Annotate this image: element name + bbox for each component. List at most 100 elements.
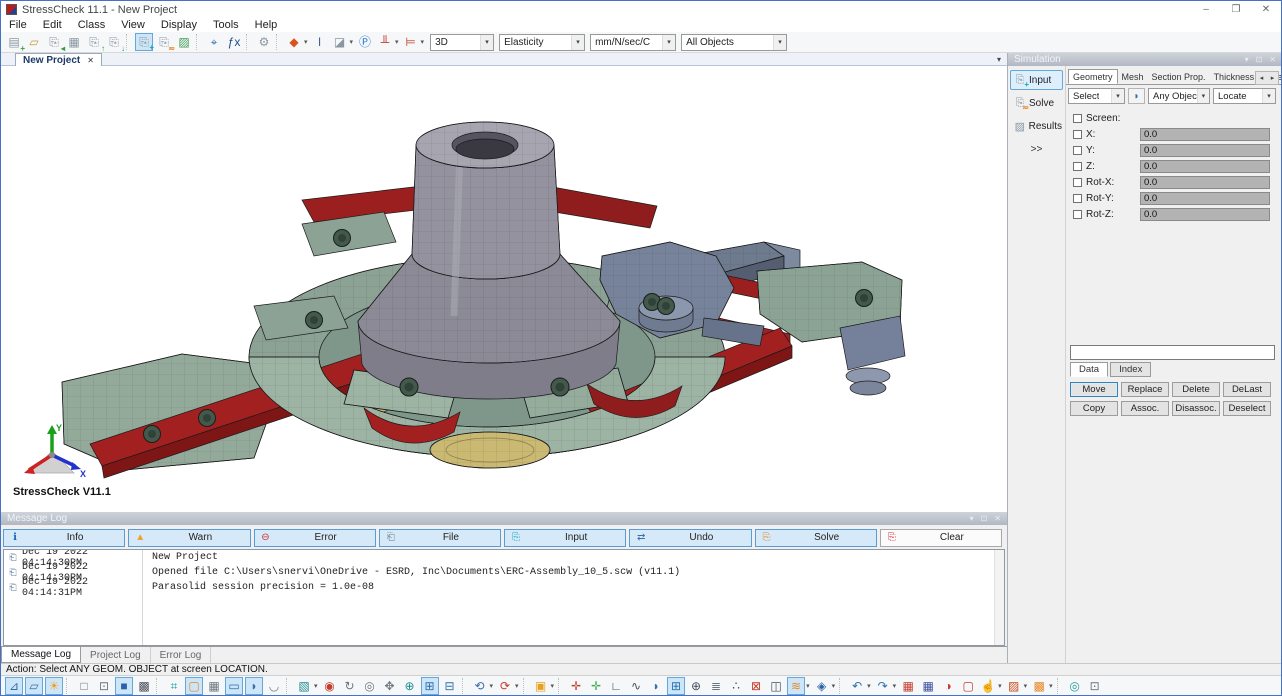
rotx-value-input[interactable]: 0.0 [1140,176,1270,189]
clear-log-button[interactable]: ⎘Clear [880,529,1002,547]
export-project-icon[interactable]: ⎘↓ [105,33,123,51]
delete-button[interactable]: Delete [1172,382,1220,397]
dropdown-arrow-icon[interactable]: ▾ [1049,682,1053,690]
delast-button[interactable]: DeLast [1223,382,1271,397]
z-value-input[interactable]: 0.0 [1140,160,1270,173]
tab-geometry[interactable]: Geometry [1068,69,1118,84]
plane-select-icon[interactable]: ◪ [331,33,349,51]
x-value-input[interactable]: 0.0 [1140,128,1270,141]
fill-pattern-icon[interactable]: ▩ [1030,677,1048,695]
rail-results-button[interactable]: ▨Results [1010,116,1063,136]
dropdown-arrow-icon[interactable]: ▾ [893,682,897,690]
menu-file[interactable]: File [1,19,35,31]
plot-axes-icon[interactable]: ⊿ [5,677,23,695]
menu-edit[interactable]: Edit [35,19,70,31]
copy-project-icon[interactable]: ⎘↑ [85,33,103,51]
error-box-icon[interactable]: ⊠ [747,677,765,695]
mesh-blue-icon[interactable]: ▦ [919,677,937,695]
rail-more-button[interactable]: >> [1010,144,1063,155]
hand-pick-icon[interactable]: ☝ [979,677,997,695]
tab-scroll-left-icon[interactable]: ◂ [1256,72,1267,84]
info-log-button[interactable]: ℹInfo [3,529,125,547]
redo-icon[interactable]: ↷ [874,677,892,695]
zoom-box-icon[interactable]: ⊞ [421,677,439,695]
input-log-button[interactable]: ⎘Input [504,529,626,547]
visibility-icon[interactable]: ◎ [1066,677,1084,695]
log-entries-area[interactable]: ⎗Dec 19 2022 04:14:30PMNew Project⎗Dec 1… [3,549,1005,646]
formula-icon[interactable]: ƒx [225,33,243,51]
menu-display[interactable]: Display [153,19,205,31]
move-button[interactable]: Move [1070,382,1118,397]
z-checkbox[interactable] [1073,162,1082,171]
results-view-icon[interactable]: ▨ [175,33,193,51]
solve-view-icon[interactable]: ⎘≂ [155,33,173,51]
object-picker-icon[interactable]: ◗ [1128,88,1145,104]
menu-tools[interactable]: Tools [205,19,247,31]
dropdown-arrow-icon[interactable]: ▾ [490,682,494,690]
select-inside-icon[interactable]: ▢ [185,677,203,695]
tab-mesh[interactable]: Mesh [1118,69,1148,84]
error-log-button[interactable]: ⊖Error [254,529,376,547]
rotz-checkbox[interactable] [1073,210,1082,219]
panel-close-icon[interactable]: ✕ [994,514,1001,523]
pan-icon[interactable]: ✥ [381,677,399,695]
nodes-icon[interactable]: ✛ [587,677,605,695]
solid-model-icon[interactable]: ◆ [285,33,303,51]
dropdown-arrow-icon[interactable]: ▾ [998,682,1002,690]
file-log-button[interactable]: ⎗File [379,529,501,547]
model-viewport[interactable]: Y X StressCheck V11.1 [2,66,1007,512]
log-tab-message-log[interactable]: Message Log [1,647,81,663]
log-tab-error-log[interactable]: Error Log [151,647,212,663]
model-display-icon[interactable]: ▧ [295,677,313,695]
half-circle-icon[interactable]: ◑ [939,677,957,695]
hidden-line-icon[interactable]: ⊡ [95,677,113,695]
tab-section-prop-[interactable]: Section Prop. [1148,69,1210,84]
frame-icon[interactable]: ▢ [959,677,977,695]
assoc-button[interactable]: Assoc. [1121,401,1169,416]
roty-value-input[interactable]: 0.0 [1140,192,1270,205]
function-curve-icon[interactable]: ∿ [627,677,645,695]
layers-icon[interactable]: ≋ [787,677,805,695]
deselect-button[interactable]: Deselect [1223,401,1271,416]
hatch-icon[interactable]: ▨ [1005,677,1023,695]
dropdown-arrow-icon[interactable]: ▾ [551,682,555,690]
points-icon[interactable]: ✛ [567,677,585,695]
units-combo[interactable]: mm/N/sec/C▾ [590,34,676,51]
tab-list-chevron-icon[interactable]: ▾ [997,55,1001,64]
x-checkbox[interactable] [1073,130,1082,139]
dropdown-arrow-icon[interactable]: ▾ [832,682,836,690]
spin-icon[interactable]: ◎ [361,677,379,695]
settings-gear-icon[interactable]: ⚙ [255,33,273,51]
input-view-icon[interactable]: ⎘+ [135,33,153,51]
menu-view[interactable]: View [113,19,153,31]
disassoc-button[interactable]: Disassoc. [1172,401,1220,416]
constraint-icon[interactable]: ⊨ [402,33,420,51]
tab-thickness[interactable]: Thickness [1210,69,1259,84]
rail-input-button[interactable]: ⎘+Input [1010,70,1063,90]
light-icon[interactable]: ☀ [45,677,63,695]
surface-icon[interactable]: ◗ [647,677,665,695]
menu-class[interactable]: Class [70,19,114,31]
axes-icon[interactable]: ∟ [607,677,625,695]
view-manager-icon[interactable]: ⊟ [441,677,459,695]
dropdown-arrow-icon[interactable]: ▾ [395,38,399,46]
replace-button[interactable]: Replace [1121,382,1169,397]
dropdown-arrow-icon[interactable]: ▾ [867,682,871,690]
pin-icon[interactable]: ⊡ [1256,55,1263,64]
dropdown-arrow-icon[interactable]: ▾ [515,682,519,690]
dropdown-arrow-icon[interactable]: ▾ [1024,682,1028,690]
mesh-red-icon[interactable]: ▦ [899,677,917,695]
import-icon[interactable]: ⎘◂ [45,33,63,51]
screen-checkbox[interactable] [1073,114,1082,123]
new-project-icon[interactable]: ▤+ [5,33,23,51]
fit-view-icon[interactable]: ⊡ [1086,677,1104,695]
dropdown-arrow-icon[interactable]: ▾ [806,682,810,690]
parasolid-icon[interactable]: Ⓟ [356,33,374,51]
data-entry-input[interactable] [1070,345,1275,360]
tab-close-icon[interactable]: ✕ [87,56,94,65]
roty-checkbox[interactable] [1073,194,1082,203]
select-region-icon[interactable]: ⌗ [165,677,183,695]
data-tab-data[interactable]: Data [1070,362,1108,377]
warn-log-button[interactable]: ▲Warn [128,529,250,547]
select-method-combo[interactable]: Select ▾ [1068,88,1125,104]
